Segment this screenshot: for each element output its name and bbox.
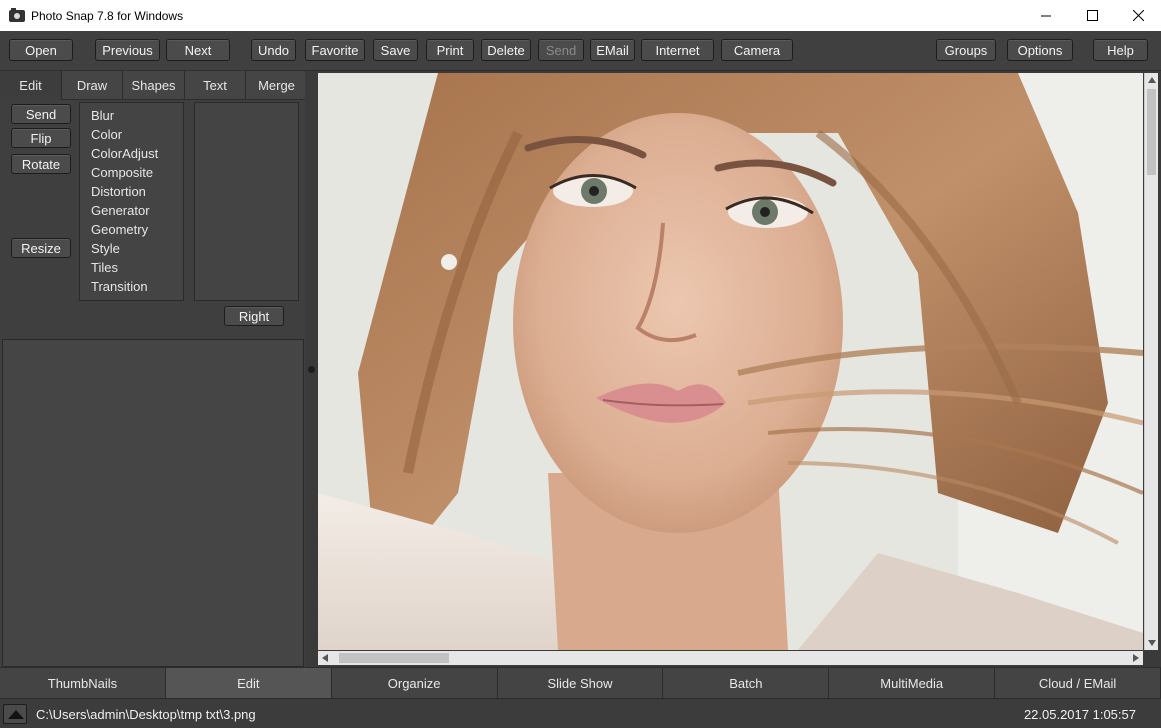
flip-button[interactable]: Flip [11,128,71,148]
title-bar: Photo Snap 7.8 for Windows [0,0,1161,31]
tab-shapes[interactable]: Shapes [123,71,185,100]
list-item[interactable]: Geometry [80,220,183,239]
options-button[interactable]: Options [1007,39,1073,61]
vertical-scroll-thumb[interactable] [1147,89,1156,175]
list-item[interactable]: Tiles [80,258,183,277]
status-bar: C:\Users\admin\Desktop\tmp txt\3.png 22.… [0,698,1161,728]
print-button[interactable]: Print [426,39,474,61]
file-path: C:\Users\admin\Desktop\tmp txt\3.png [36,707,256,722]
tab-text[interactable]: Text [185,71,246,100]
tab-multimedia[interactable]: MultiMedia [829,667,996,698]
image-viewer [317,71,1161,667]
minimize-icon [1041,15,1051,16]
list-item[interactable]: Composite [80,163,183,182]
splitter-handle[interactable] [308,366,315,373]
photo-image [318,73,1143,650]
file-datetime: 22.05.2017 1:05:57 [1023,707,1136,722]
preview-box [2,339,304,667]
delete-button[interactable]: Delete [481,39,531,61]
edit-tabs: Edit Draw Shapes Text Merge [0,71,308,100]
tab-edit[interactable]: Edit [0,71,62,100]
send-button[interactable]: Send [538,39,584,61]
scroll-down-icon[interactable] [1148,640,1156,646]
open-button[interactable]: Open [9,39,73,61]
tab-slide-show[interactable]: Slide Show [497,667,664,698]
close-button[interactable] [1115,0,1161,31]
minimize-button[interactable] [1023,0,1069,31]
maximize-icon [1086,10,1098,21]
next-button[interactable]: Next [166,39,230,61]
send-side-button[interactable]: Send [11,104,71,124]
groups-button[interactable]: Groups [936,39,996,61]
tab-edit-mode[interactable]: Edit [165,667,332,698]
tab-thumbnails[interactable]: ThumbNails [0,667,166,698]
close-icon [1132,10,1144,21]
internet-button[interactable]: Internet [641,39,714,61]
list-item[interactable]: ColorAdjust [80,144,183,163]
email-button[interactable]: EMail [590,39,635,61]
favorite-button[interactable]: Favorite [305,39,365,61]
list-item[interactable]: Generator [80,201,183,220]
arrow-up-icon [8,710,24,719]
horizontal-scroll-thumb[interactable] [339,653,449,663]
list-item[interactable]: Transition [80,277,183,296]
main-toolbar: Open Previous Next Undo Favorite Save Pr… [0,31,1161,71]
filter-category-list[interactable]: Blur Color ColorAdjust Composite Distort… [79,102,184,301]
panel-splitter[interactable] [305,71,317,667]
window-controls [1023,0,1161,31]
filter-effect-list[interactable] [194,102,299,301]
right-button[interactable]: Right [224,306,284,326]
tab-draw[interactable]: Draw [62,71,123,100]
rotate-button[interactable]: Rotate [11,154,71,174]
scroll-left-icon[interactable] [322,654,328,662]
scroll-right-icon[interactable] [1133,654,1139,662]
edit-panel: Edit Draw Shapes Text Merge Send Flip Ro… [0,71,308,667]
scroll-up-icon[interactable] [1148,77,1156,83]
tab-batch[interactable]: Batch [663,667,830,698]
list-item[interactable]: Color [80,125,183,144]
camera-button[interactable]: Camera [721,39,793,61]
list-item[interactable]: Distortion [80,182,183,201]
resize-button[interactable]: Resize [11,238,71,258]
tab-merge[interactable]: Merge [246,71,308,100]
camera-icon [9,7,25,22]
window-title: Photo Snap 7.8 for Windows [31,8,184,23]
portrait-photo [318,73,1143,650]
maximize-button[interactable] [1069,0,1115,31]
help-button[interactable]: Help [1093,39,1148,61]
tab-cloud-email[interactable]: Cloud / EMail [995,667,1161,698]
list-item[interactable]: Blur [80,106,183,125]
tab-organize[interactable]: Organize [331,667,498,698]
vertical-scrollbar[interactable] [1144,73,1158,650]
undo-button[interactable]: Undo [251,39,296,61]
save-button[interactable]: Save [373,39,418,61]
list-item[interactable]: Style [80,239,183,258]
up-folder-button[interactable] [3,704,27,724]
horizontal-scrollbar[interactable] [318,651,1143,665]
previous-button[interactable]: Previous [95,39,160,61]
mode-tabs: ThumbNails Edit Organize Slide Show Batc… [0,667,1161,698]
